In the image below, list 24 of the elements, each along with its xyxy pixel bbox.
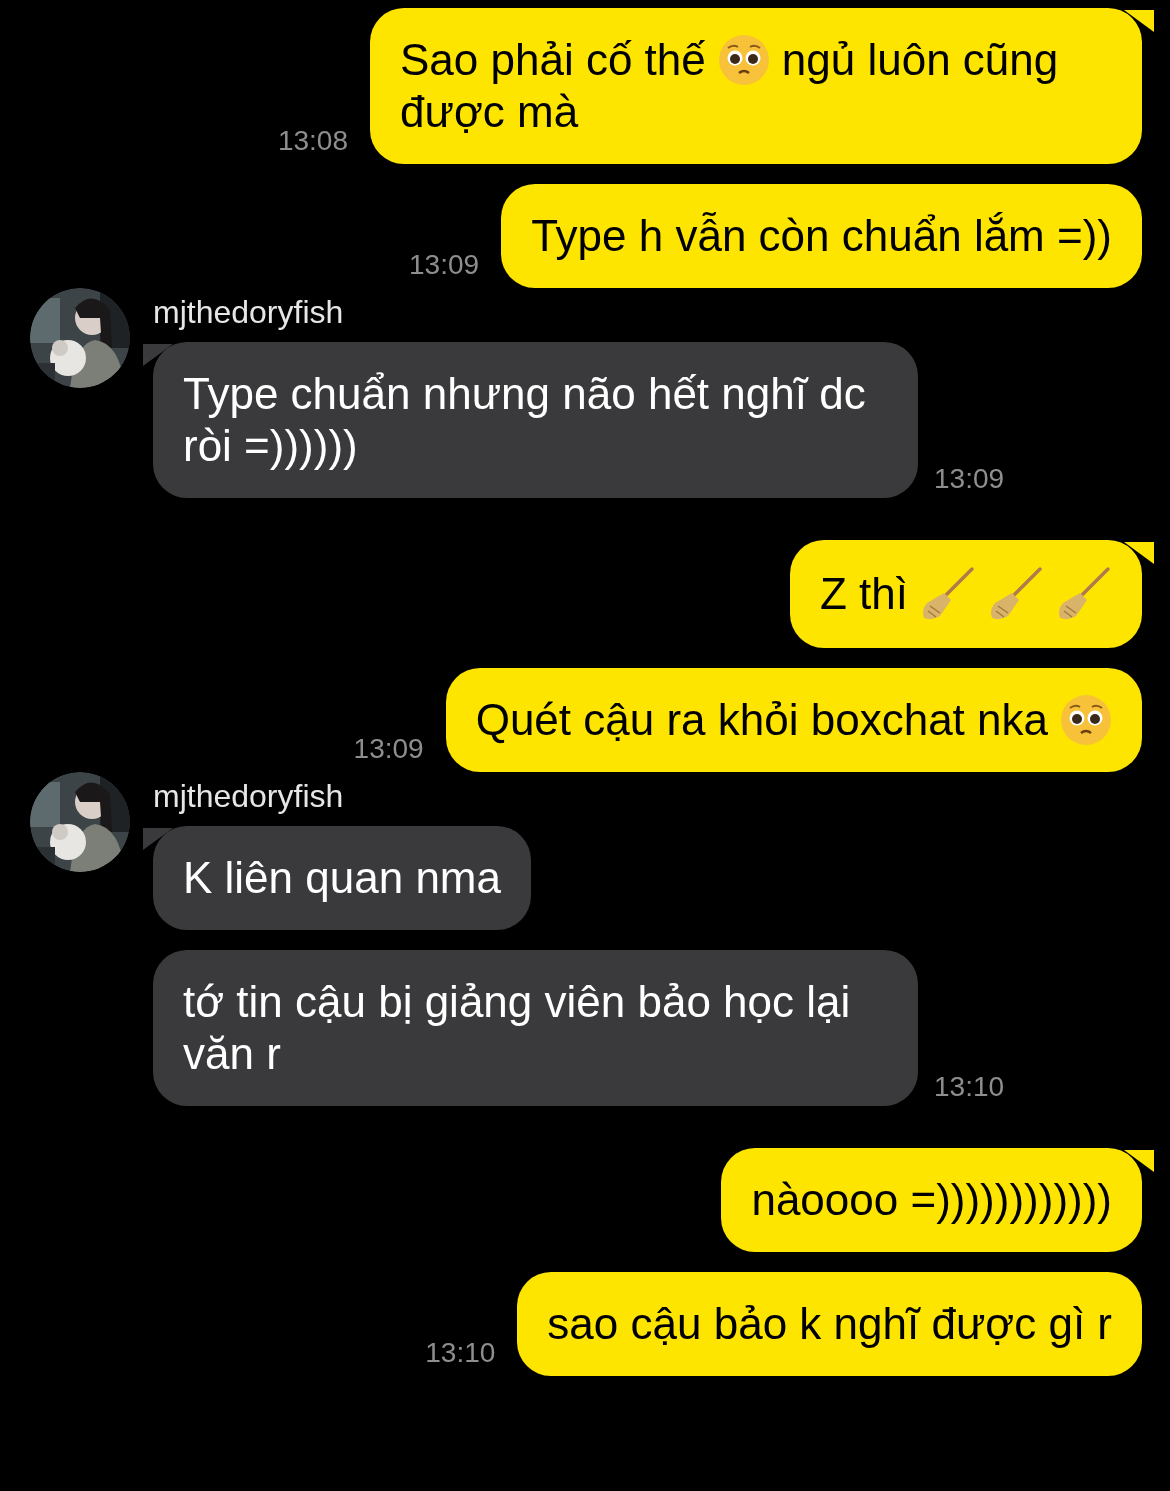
message-time: 13:09 — [934, 462, 1005, 496]
message-time: 13:08 — [277, 124, 348, 158]
message-text: Type chuẩn nhưng não hết nghĩ dc ròi =)))))) — [183, 369, 866, 470]
message-text: K liên quan nma — [183, 853, 501, 902]
message-text: Type h vẫn còn chuẩn lắm =)) — [531, 211, 1112, 260]
broom-icon — [920, 566, 976, 622]
broom-icon — [1056, 566, 1112, 622]
sender-name: mjthedoryfish — [153, 293, 344, 332]
message-time: 13:09 — [409, 248, 480, 282]
message-text: nàoooo =)))))))))))) — [751, 1175, 1112, 1224]
pleading-face-icon — [717, 34, 770, 86]
message-time: 13:09 — [353, 732, 424, 766]
message-text: Sao phải cố thế — [400, 34, 706, 86]
message-text: Quét cậu ra khỏi boxchat nka — [475, 694, 1048, 746]
message-text: ngủ luôn cũng — [781, 34, 1059, 86]
sender-name: mjthedoryfish — [153, 777, 344, 816]
message-text: Z thì — [819, 568, 908, 620]
pleading-face-icon — [1060, 694, 1112, 746]
message-time: 13:10 — [934, 1070, 1005, 1104]
message-time: 13:10 — [425, 1336, 496, 1370]
message-text: sao cậu bảo k nghĩ được gì r — [547, 1299, 1112, 1348]
broom-icon — [988, 566, 1044, 622]
message-text: được mà — [400, 86, 579, 138]
message-text: tớ tin cậu bị giảng viên bảo học lại văn r — [183, 977, 851, 1078]
